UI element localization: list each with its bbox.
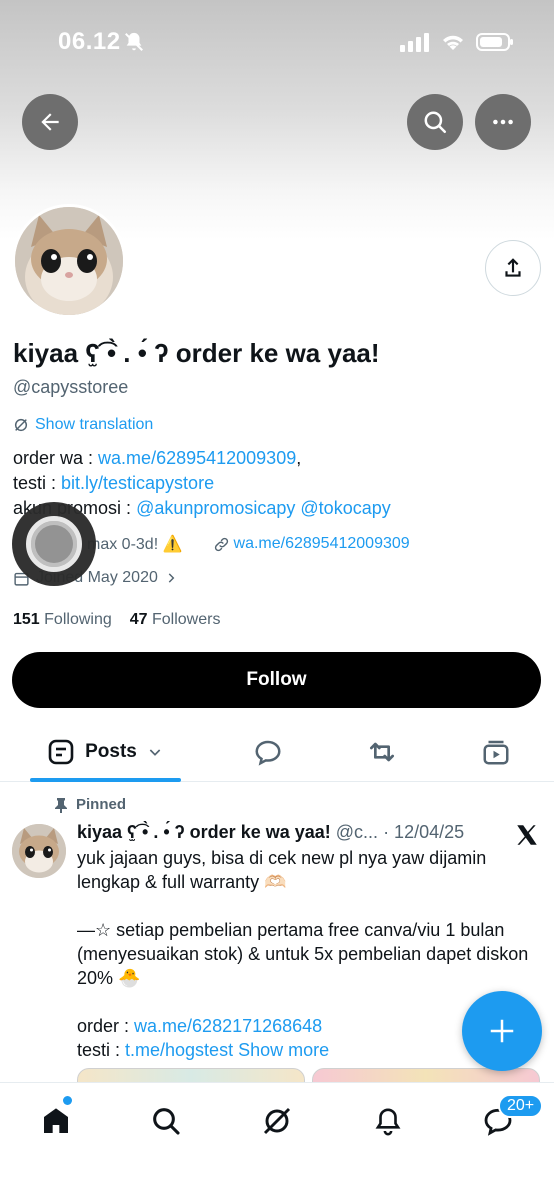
pinned-indicator: Pinned xyxy=(54,796,126,813)
bio-order-link[interactable]: wa.me/62895412009309 xyxy=(98,448,296,468)
more-icon xyxy=(493,119,513,125)
assistive-touch-button[interactable] xyxy=(12,502,96,586)
tab-replies[interactable] xyxy=(248,724,288,780)
explore-icon xyxy=(153,1108,180,1135)
posts-icon xyxy=(48,739,74,765)
post-order-prefix: order : xyxy=(77,1016,135,1036)
post-text-1: yuk jajaan guys, bisa di cek new pl nya … xyxy=(77,848,487,892)
more-button[interactable] xyxy=(475,94,531,150)
followers-stat[interactable]: 47 Followers xyxy=(130,611,221,629)
show-translation-label: Show translation xyxy=(35,416,154,433)
bio-testi-prefix: testi : xyxy=(13,473,62,493)
post-author-avatar[interactable] xyxy=(12,824,66,878)
active-tab-indicator xyxy=(30,778,181,782)
share-icon xyxy=(505,258,521,277)
chevron-down-icon xyxy=(149,749,161,756)
nav-grok[interactable] xyxy=(257,1101,297,1141)
bio-order-suffix: , xyxy=(296,448,302,468)
post-testi-prefix: testi : xyxy=(77,1040,126,1060)
notifications-icon xyxy=(375,1108,401,1136)
following-label: Following xyxy=(44,611,112,628)
show-more-link[interactable]: Show more xyxy=(238,1040,329,1060)
search-icon xyxy=(424,111,446,133)
show-translation-link[interactable]: Show translation xyxy=(13,416,153,434)
tab-posts[interactable]: Posts xyxy=(30,724,180,780)
silent-bell-icon xyxy=(123,31,145,58)
assistive-touch-ring xyxy=(26,516,82,572)
home-unread-dot xyxy=(63,1096,72,1105)
status-bar: 06.12 xyxy=(0,28,554,58)
following-stat[interactable]: 151 Following xyxy=(13,611,112,629)
profile-website-link[interactable]: wa.me/62895412009309 xyxy=(234,535,410,553)
post-author-name[interactable]: kiyaa ʕ̫͡ •̀ . •́ ʔ order ke wa yaa! xyxy=(77,822,331,842)
grok-icon xyxy=(263,1107,291,1135)
messages-badge: 20+ xyxy=(498,1094,544,1118)
search-button[interactable] xyxy=(407,94,463,150)
followers-count: 47 xyxy=(129,611,148,628)
share-profile-button[interactable] xyxy=(485,240,541,296)
followers-label: Followers xyxy=(152,611,221,628)
plus-icon xyxy=(490,1019,514,1043)
tab-reposts[interactable] xyxy=(362,724,402,780)
translate-icon xyxy=(14,418,28,432)
follow-stats: 151 Following 47 Followers xyxy=(13,611,220,629)
tab-posts-label: Posts xyxy=(85,741,137,762)
bio-testi-link[interactable]: bit.ly/testicapystore xyxy=(61,473,214,493)
post-order-link[interactable]: wa.me/6282171268648 xyxy=(134,1016,322,1036)
bottom-navigation xyxy=(0,1082,554,1200)
compose-post-button[interactable] xyxy=(462,991,542,1071)
cat-avatar-image xyxy=(15,207,123,315)
nav-explore[interactable] xyxy=(146,1101,186,1141)
profile-location: max 0-3d! ⚠️ xyxy=(87,536,183,553)
signal-icon xyxy=(400,33,429,52)
following-count: 151 xyxy=(13,611,40,628)
battery-icon xyxy=(476,33,513,51)
chevron-right-icon xyxy=(168,573,175,583)
bio-order-prefix: order wa : xyxy=(13,448,99,468)
replies-icon xyxy=(255,740,281,766)
pinned-label: Pinned xyxy=(76,796,127,813)
wifi-icon xyxy=(443,35,463,50)
profile-tabs: Posts xyxy=(0,724,554,782)
post-author-handle: @c... xyxy=(335,822,379,842)
post-testi-link[interactable]: t.me/hogstest xyxy=(125,1040,233,1060)
nav-home[interactable] xyxy=(36,1101,76,1141)
profile-display-name: kiyaa ʕ̫͡ •̀ . •́ ʔ order ke wa yaa! xyxy=(13,338,380,368)
status-time: 06.12 xyxy=(58,28,121,55)
status-icons xyxy=(400,32,514,52)
post-header: kiyaa ʕ̫͡ •̀ . •́ ʔ order ke wa yaa! @c.… xyxy=(77,822,464,843)
back-arrow-icon xyxy=(41,113,59,131)
link-icon xyxy=(214,537,228,551)
profile-avatar[interactable] xyxy=(12,204,126,318)
post-text-2: —☆ setiap pembelian pertama free canva/v… xyxy=(77,920,529,988)
back-button[interactable] xyxy=(22,94,78,150)
tab-media[interactable] xyxy=(476,724,516,780)
pin-icon xyxy=(55,797,67,813)
cat-avatar-image xyxy=(12,824,66,878)
profile-bio: order wa : wa.me/62895412009309, testi :… xyxy=(13,446,543,521)
bio-promo-mentions[interactable]: @akunpromosicapy @tokocapy xyxy=(136,498,391,518)
post-date: · 12/04/25 xyxy=(383,822,465,842)
media-icon xyxy=(483,740,509,765)
profile-handle: @capysstoree xyxy=(13,377,129,397)
nav-notifications[interactable] xyxy=(368,1101,408,1141)
follow-button[interactable]: Follow xyxy=(12,652,541,708)
repost-icon xyxy=(370,742,394,762)
home-icon xyxy=(44,1108,68,1133)
